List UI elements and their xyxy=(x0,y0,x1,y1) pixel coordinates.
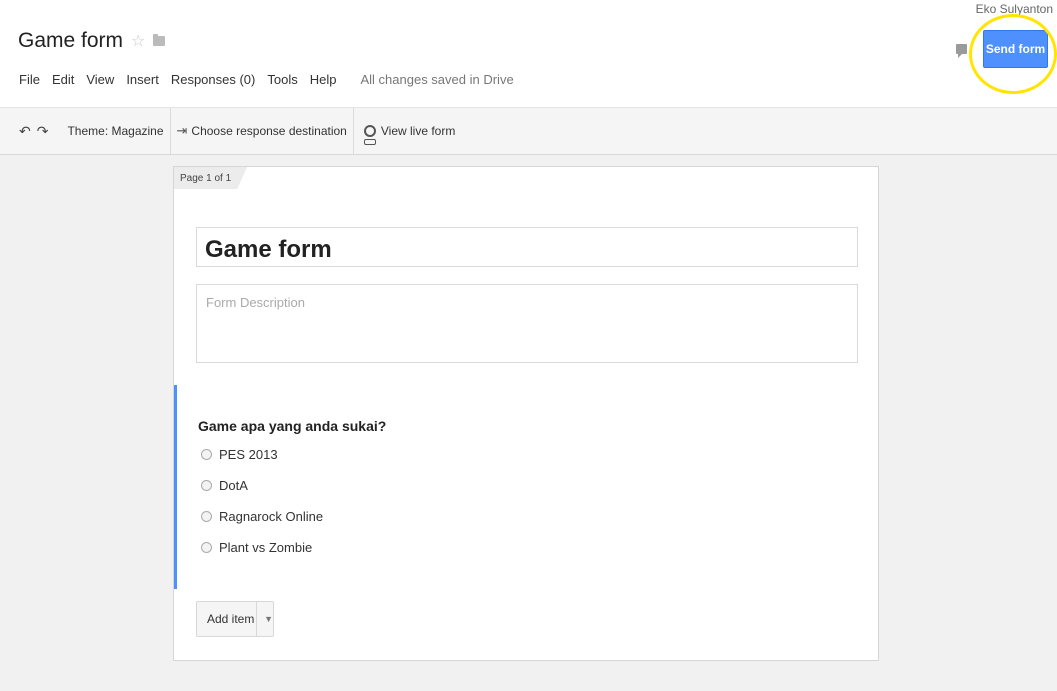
theme-button-label: Theme: Magazine xyxy=(67,124,164,138)
question-block[interactable]: Game apa yang anda sukai? PES 2013 DotA … xyxy=(174,385,880,589)
form-card: Page 1 of 1 Game form Form Description G… xyxy=(173,166,879,661)
document-title-row: Game form ☆ xyxy=(18,29,166,53)
view-live-form-button[interactable]: View live form xyxy=(354,108,461,154)
comment-icon[interactable] xyxy=(956,44,967,58)
menu-tools[interactable]: Tools xyxy=(261,72,303,87)
question-title: Game apa yang anda sukai? xyxy=(198,418,387,434)
radio-icon[interactable] xyxy=(201,511,212,522)
add-item-label: Add item xyxy=(207,612,255,626)
menu-bar: File Edit View Insert Responses (0) Tool… xyxy=(13,72,514,87)
option-label: DotA xyxy=(219,478,248,493)
view-live-form-label: View live form xyxy=(380,124,456,138)
option-item[interactable]: DotA xyxy=(201,478,248,493)
form-description-input[interactable]: Form Description xyxy=(196,284,858,363)
account-name[interactable]: Eko Sulyanton xyxy=(976,2,1053,16)
folder-icon[interactable] xyxy=(153,34,166,46)
undo-icon[interactable]: ↶ xyxy=(19,123,31,140)
globe-link-icon xyxy=(363,125,376,145)
option-label: PES 2013 xyxy=(219,447,278,462)
document-title[interactable]: Game form xyxy=(18,29,123,53)
response-destination-button[interactable]: ⇥ Choose response destination xyxy=(171,108,353,154)
export-icon: ⇥ xyxy=(176,123,188,138)
option-item[interactable]: PES 2013 xyxy=(201,447,278,462)
option-label: Plant vs Zombie xyxy=(219,540,313,555)
add-item-button[interactable]: Add item ▼ xyxy=(196,601,274,637)
chevron-down-icon[interactable]: ▼ xyxy=(257,614,273,624)
menu-file[interactable]: File xyxy=(13,72,46,87)
send-form-button[interactable]: Send form xyxy=(983,30,1048,68)
star-icon[interactable]: ☆ xyxy=(131,31,145,51)
radio-icon[interactable] xyxy=(201,542,212,553)
menu-view[interactable]: View xyxy=(80,72,120,87)
radio-icon[interactable] xyxy=(201,480,212,491)
menu-edit[interactable]: Edit xyxy=(46,72,80,87)
page-indicator: Page 1 of 1 xyxy=(174,167,247,189)
toolbar: ↶ ↷ Theme: Magazine ⇥ Choose response de… xyxy=(0,108,1057,155)
menu-insert[interactable]: Insert xyxy=(120,72,165,87)
redo-icon[interactable]: ↷ xyxy=(37,123,49,140)
radio-icon[interactable] xyxy=(201,449,212,460)
menu-responses[interactable]: Responses (0) xyxy=(165,72,262,87)
theme-button[interactable]: Theme: Magazine xyxy=(57,108,169,154)
response-destination-label: Choose response destination xyxy=(191,124,347,138)
option-item[interactable]: Plant vs Zombie xyxy=(201,540,312,555)
top-bar: Eko Sulyanton Game form ☆ File Edit View… xyxy=(0,0,1057,108)
option-label: Ragnarock Online xyxy=(219,509,324,524)
save-status: All changes saved in Drive xyxy=(360,72,514,87)
option-item[interactable]: Ragnarock Online xyxy=(201,509,323,524)
form-title-input[interactable]: Game form xyxy=(196,227,858,267)
menu-help[interactable]: Help xyxy=(304,72,343,87)
undo-redo-group: ↶ ↷ xyxy=(0,108,57,154)
